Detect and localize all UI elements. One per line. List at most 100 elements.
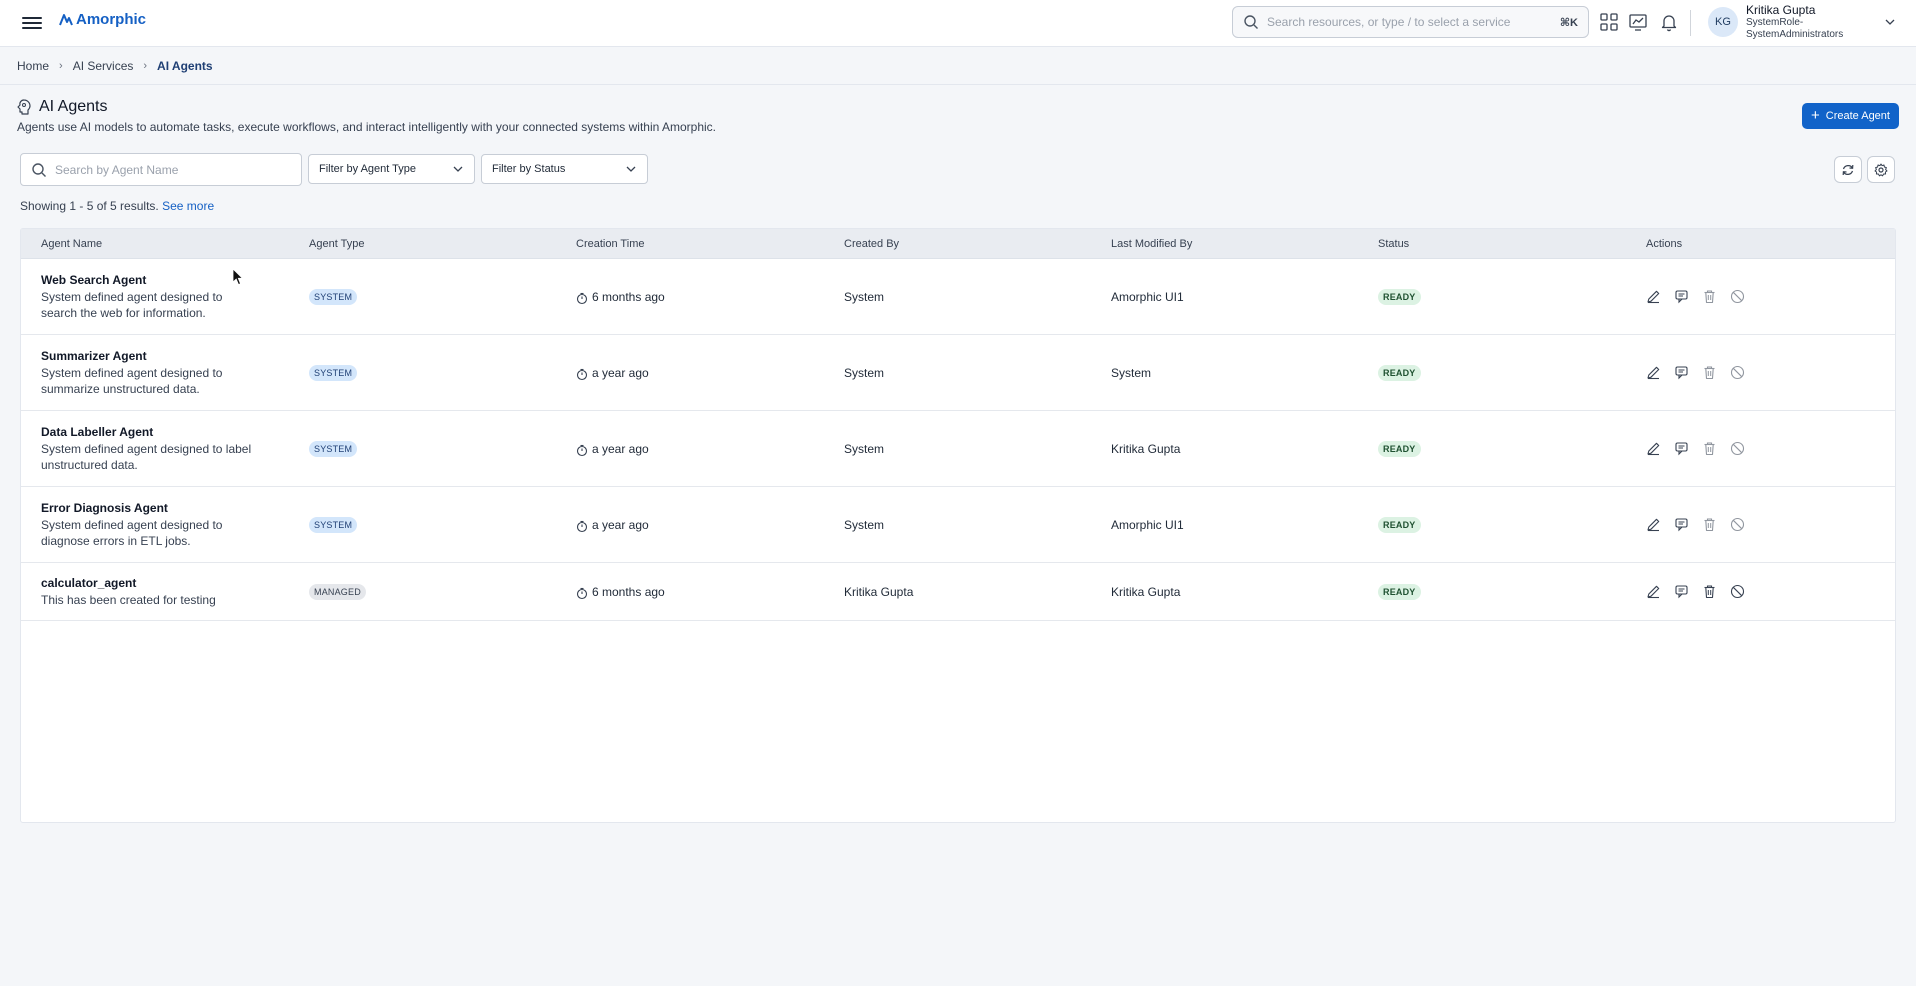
disable-icon[interactable] [1730,289,1745,304]
creation-time: a year ago [592,365,649,380]
column-header[interactable]: Agent Type [309,238,364,250]
disable-icon[interactable] [1730,584,1745,599]
last-modified-by: Kritika Gupta [1111,441,1181,456]
search-icon [32,162,46,177]
disable-icon[interactable] [1730,441,1745,456]
column-header[interactable]: Agent Name [41,238,102,250]
breadcrumb-separator: › [143,60,148,72]
search-icon [1244,15,1258,29]
agent-type-badge: SYSTEM [309,289,358,305]
analytics-icon[interactable] [1628,12,1648,32]
mouse-cursor-icon [232,268,244,286]
agent-type-cell: SYSTEM [309,516,358,533]
column-header[interactable]: Last Modified By [1111,238,1192,250]
agent-description: System defined agent designed to diagnos… [41,518,223,548]
trash-icon[interactable] [1702,517,1717,532]
table-row[interactable]: Data Labeller Agent System defined agent … [21,411,1895,487]
table-header: Agent Name Agent Type Creation Time Crea… [21,229,1895,259]
creation-time-cell: a year ago [576,442,649,456]
agent-name[interactable]: calculator_agent [41,575,261,591]
trash-icon[interactable] [1702,289,1717,304]
agent-name[interactable]: Summarizer Agent [41,348,261,364]
last-modified-by: Kritika Gupta [1111,584,1181,599]
create-agent-button[interactable]: + Create Agent [1802,103,1899,129]
trash-icon[interactable] [1702,441,1717,456]
chevron-down-icon [626,166,636,172]
breadcrumb-ai-services[interactable]: AI Services [73,59,134,73]
menu-icon[interactable] [22,14,42,32]
chat-icon[interactable] [1674,365,1689,380]
trash-icon[interactable] [1702,584,1717,599]
edit-icon[interactable] [1646,365,1661,380]
column-header[interactable]: Creation Time [576,238,644,250]
agent-type-cell: SYSTEM [309,288,358,305]
breadcrumb-separator: › [59,60,63,72]
clock-icon [576,519,588,532]
agent-search[interactable] [20,153,302,186]
agent-type-cell: SYSTEM [309,440,358,457]
table-row[interactable]: Error Diagnosis Agent System defined agen… [21,487,1895,563]
creation-time: a year ago [592,441,649,456]
breadcrumb-home[interactable]: Home [17,59,49,73]
breadcrumb: Home › AI Services › AI Agents [0,48,1916,85]
agent-name-cell: calculator_agent This has been created fo… [41,575,261,608]
created-by: System [844,289,885,304]
chat-icon[interactable] [1674,584,1689,599]
clock-icon [576,586,588,599]
chat-icon[interactable] [1674,441,1689,456]
refresh-button[interactable] [1834,156,1862,183]
disable-icon[interactable] [1730,517,1745,532]
agent-name[interactable]: Error Diagnosis Agent [41,500,261,516]
settings-button[interactable] [1867,156,1895,183]
edit-icon[interactable] [1646,584,1661,599]
table-row[interactable]: calculator_agent This has been created fo… [21,563,1895,621]
see-more-link[interactable]: See more [162,199,214,213]
agent-type-badge: SYSTEM [309,365,358,381]
edit-icon[interactable] [1646,289,1661,304]
chat-icon[interactable] [1674,289,1689,304]
user-role: SystemRole-SystemAdministrators [1746,17,1844,40]
filter-agent-type[interactable]: Filter by Agent Type [308,154,475,184]
agent-icon [17,99,31,115]
agent-type-badge: SYSTEM [309,441,358,457]
status-badge: READY [1378,289,1421,305]
page-description: Agents use AI models to automate tasks, … [17,120,717,134]
agent-name[interactable]: Data Labeller Agent [41,424,261,440]
creation-time: a year ago [592,517,649,532]
creation-time: 6 months ago [592,289,665,304]
global-search[interactable]: ⌘K [1232,6,1589,38]
last-modified-by: Amorphic UI1 [1111,517,1184,532]
column-header[interactable]: Created By [844,238,899,250]
created-by: System [844,517,885,532]
apps-grid-icon[interactable] [1599,12,1619,32]
results-text: Showing 1 - 5 of 5 results. [20,199,159,213]
chat-icon[interactable] [1674,517,1689,532]
agent-description: System defined agent designed to summari… [41,366,223,396]
edit-icon[interactable] [1646,517,1661,532]
column-header[interactable]: Status [1378,238,1409,250]
user-name: Kritika Gupta [1746,3,1816,17]
agents-table: Agent Name Agent Type Creation Time Crea… [20,228,1896,823]
last-modified-by: System [1111,365,1152,380]
status-cell: READY [1378,516,1421,533]
table-row[interactable]: Web Search Agent System defined agent des… [21,259,1895,335]
search-shortcut: ⌘K [1559,16,1578,29]
trash-icon[interactable] [1702,365,1717,380]
chevron-down-icon[interactable] [1884,16,1896,28]
disable-icon[interactable] [1730,365,1745,380]
user-info[interactable]: Kritika Gupta SystemRole-SystemAdministr… [1746,3,1856,41]
edit-icon[interactable] [1646,441,1661,456]
agent-name[interactable]: Web Search Agent [41,272,261,288]
clock-icon [576,367,588,380]
page-header: AI Agents [17,98,108,116]
table-row[interactable]: Summarizer Agent System defined agent des… [21,335,1895,411]
global-search-input[interactable] [1267,15,1560,29]
agent-name-cell: Error Diagnosis Agent System defined agen… [41,500,261,549]
bell-icon[interactable] [1659,12,1679,32]
clock-icon [576,291,588,304]
refresh-icon [1842,164,1854,175]
filter-status[interactable]: Filter by Status [481,154,648,184]
brand-logo[interactable]: Amorphic [58,11,146,28]
avatar[interactable]: KG [1708,7,1738,37]
agent-search-input[interactable] [55,162,291,177]
